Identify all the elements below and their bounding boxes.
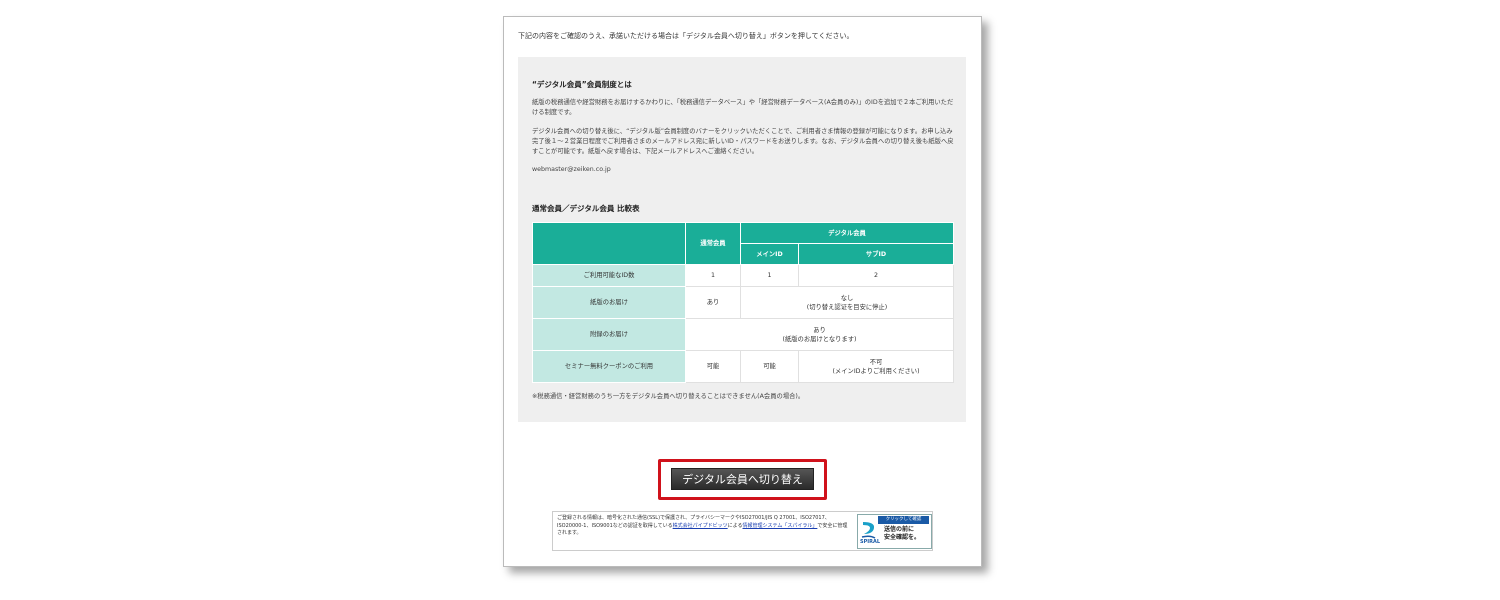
security-notice: ご登録される情報は、暗号化された通信(SSL)で保護され、プライバシーマークやI…	[552, 511, 933, 551]
cell-line: 不可	[869, 358, 883, 366]
table-row: セミナー無料クーポンのご利用 可能 可能 不可 (メインIDよりご利用ください)	[532, 350, 954, 383]
pipedbits-link[interactable]: 株式会社パイプドビッツ	[673, 523, 728, 529]
comparison-note: ※税務通信・経営財務のうち一方をデジタル会員へ切り替えることはできません(A会員…	[532, 393, 805, 400]
info-box: “デジタル会員”会員制度とは 紙版の税務通信や経営財務をお届けするかわりに、「税…	[518, 57, 966, 422]
cell-line: (切り替え認证を目安に停止)	[806, 303, 888, 311]
table-row: ご利用可能なID数 1 1 2	[532, 264, 954, 287]
cell-main: 可能	[740, 350, 799, 383]
row-label: 紙版のお届け	[532, 286, 686, 319]
security-text-mid: による	[727, 522, 743, 529]
intro-text: 下記の内容をご確認のうえ、承諾いただける場合は「デジタル会員へ切り替え」ボタンを…	[518, 32, 854, 40]
cell-regular: 可能	[685, 350, 741, 383]
about-paragraph-2: デジタル会員への切り替え後に、“デジタル版”会員制度のバナーをクリックいただくこ…	[532, 128, 954, 155]
comparison-table: 通常会員 デジタル会員 メインID サブID ご利用可能なID数 1 1 2 紙…	[532, 222, 954, 383]
cell-regular: 1	[685, 264, 741, 287]
contact-email: webmaster@zeiken.co.jp	[532, 166, 611, 173]
header-digital: デジタル会員	[740, 222, 954, 244]
cell-regular: あり	[685, 286, 741, 319]
table-row: 附録のお届け あり (紙版のお届けとなります)	[532, 318, 954, 351]
row-label: セミナー無料クーポンのご利用	[532, 350, 686, 383]
about-title: “デジタル会員”会員制度とは	[532, 80, 632, 89]
comparison-title: 通常会員／デジタル会員 比較表	[532, 204, 640, 213]
badge-click-label: クリックして確認	[878, 516, 929, 524]
table-row: 紙版のお届け あり なし (切り替え認证を目安に停止)	[532, 286, 954, 319]
cell-sub: 2	[798, 264, 954, 287]
row-label: ご利用可能なID数	[532, 264, 686, 287]
table-corner-header	[532, 222, 686, 265]
cell-main: 1	[740, 264, 799, 287]
badge-brand-name: SPIRAL	[860, 539, 881, 545]
row-label: 附録のお届け	[532, 318, 686, 351]
cell-digital: なし (切り替え認证を目安に停止)	[740, 286, 954, 319]
spiral-system-link[interactable]: 情報管理システム「スパイラル」	[743, 523, 818, 529]
security-text: ご登録される情報は、暗号化された通信(SSL)で保護され、プライバシーマークやI…	[557, 515, 851, 538]
badge-line: 送信の前に	[884, 526, 915, 533]
cell-line: (紙版のお届けとなります)	[782, 335, 857, 343]
about-paragraph-1: 紙版の税務通信や経営財務をお届けするかわりに、「税務通信データベース」や「経営財…	[532, 99, 954, 116]
cell-all: あり (紙版のお届けとなります)	[685, 318, 954, 351]
cell-sub: 不可 (メインIDよりご利用ください)	[798, 350, 954, 383]
badge-line: 安全確認を。	[884, 534, 921, 541]
cell-line: あり	[813, 326, 826, 334]
spiral-security-badge[interactable]: SPIRAL クリックして確認 送信の前に 安全確認を。	[857, 514, 932, 549]
cell-line: (メインIDよりご利用ください)	[832, 367, 920, 375]
header-main-id: メインID	[740, 243, 799, 265]
button-highlight-frame: デジタル会員へ切り替え	[658, 459, 827, 500]
consent-panel: 下記の内容をご確認のうえ、承諾いただける場合は「デジタル会員へ切り替え」ボタンを…	[503, 16, 982, 567]
badge-main-text: 送信の前に 安全確認を。	[884, 526, 929, 542]
header-regular: 通常会員	[685, 222, 741, 265]
cell-line: なし	[840, 294, 854, 302]
header-sub-id: サブID	[798, 243, 954, 265]
switch-to-digital-button[interactable]: デジタル会員へ切り替え	[671, 468, 814, 490]
